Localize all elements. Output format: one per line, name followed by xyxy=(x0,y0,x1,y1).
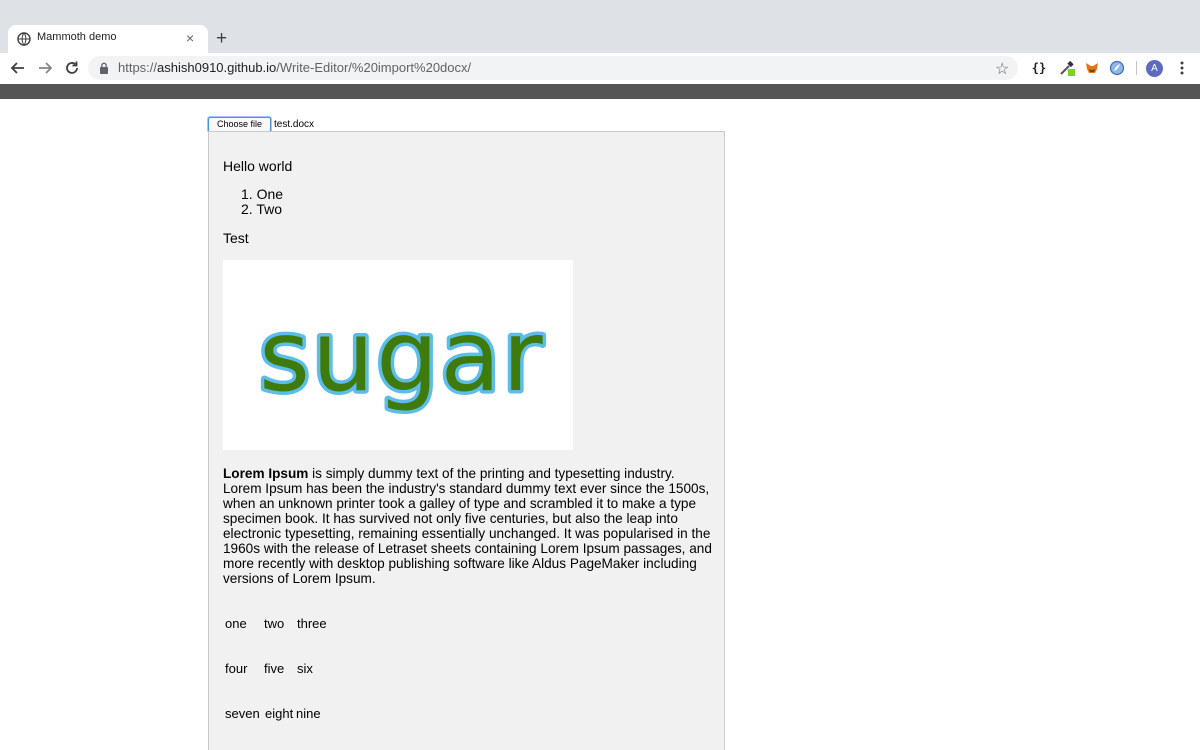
browser-toolbar: https://ashish0910.github.io/Write-Edito… xyxy=(0,53,1200,84)
selected-file-name: test.docx xyxy=(274,119,315,130)
ordered-list: 1. One 2. Two xyxy=(241,187,283,217)
reload-icon[interactable] xyxy=(63,59,81,77)
star-icon[interactable]: ☆ xyxy=(995,59,1009,79)
address-bar[interactable]: https://ashish0910.github.io/Write-Edito… xyxy=(88,56,1018,80)
doc-heading: Hello world xyxy=(223,158,293,174)
embedded-image: sugar xyxy=(223,260,573,450)
eyedropper-icon[interactable] xyxy=(1058,59,1076,77)
url-text[interactable]: https://ashish0910.github.io/Write-Edito… xyxy=(118,60,471,75)
metamask-fox-icon[interactable] xyxy=(1084,59,1100,77)
table-cell: one xyxy=(225,616,247,631)
table-cell: three xyxy=(297,616,327,631)
choose-file-button[interactable]: Choose file xyxy=(208,117,271,132)
close-icon[interactable]: × xyxy=(186,29,194,47)
lock-icon xyxy=(100,62,108,74)
table-cell: seven xyxy=(225,706,260,721)
table-cell: two xyxy=(264,616,285,631)
doc-paragraph-test: Test xyxy=(223,230,249,246)
table-cell: eight xyxy=(265,706,294,721)
lorem-bold: Lorem Ipsum xyxy=(223,466,309,481)
tab-strip: Mammoth demo × + xyxy=(0,0,1200,53)
list-item: 2. Two xyxy=(241,201,282,217)
file-input: Choose file test.docx xyxy=(208,117,314,132)
json-viewer-icon[interactable]: {} xyxy=(1030,59,1048,77)
table-cell: four xyxy=(225,661,248,676)
image-word: sugar xyxy=(259,300,545,414)
table-cell: nine xyxy=(296,706,321,721)
back-arrow-icon[interactable] xyxy=(9,59,27,77)
kebab-menu-icon[interactable] xyxy=(1177,59,1187,77)
plus-icon[interactable]: + xyxy=(216,28,227,50)
table-cell: five xyxy=(264,661,285,676)
profile-avatar[interactable]: A xyxy=(1146,60,1163,77)
browser-tab[interactable]: Mammoth demo × xyxy=(8,25,208,53)
extension-icon[interactable] xyxy=(1108,59,1126,77)
page-header-bar xyxy=(0,84,1200,99)
list-item: 1. One xyxy=(241,186,284,202)
toolbar-divider xyxy=(1136,61,1137,75)
forward-arrow-icon[interactable] xyxy=(36,59,54,77)
tab-title: Mammoth demo xyxy=(37,31,117,43)
table-cell: six xyxy=(297,661,313,676)
lorem-text: is simply dummy text of the printing and… xyxy=(223,466,712,586)
globe-icon xyxy=(17,32,31,46)
document-preview: Hello world 1. One 2. Two Test sugar Lor… xyxy=(208,131,725,750)
lorem-paragraph: Lorem Ipsum is simply dummy text of the … xyxy=(223,466,713,586)
